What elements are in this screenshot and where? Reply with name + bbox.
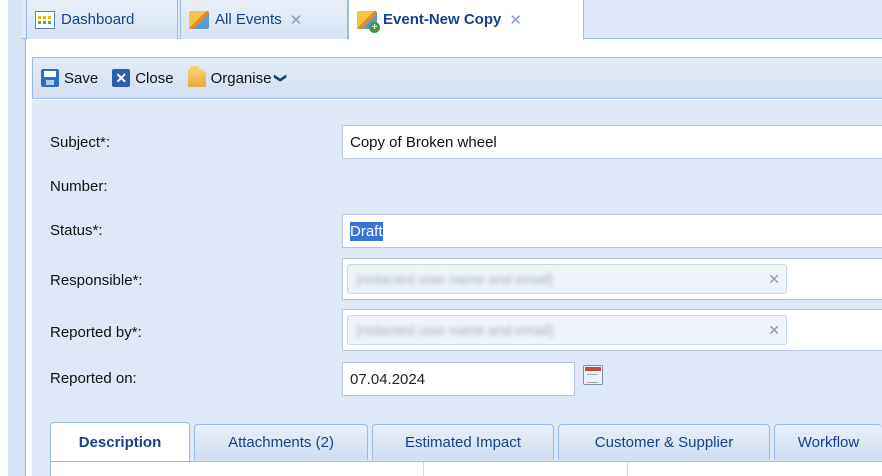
detail-tabs: Description Attachments (2) Estimated Im… <box>50 422 882 462</box>
close-icon[interactable]: ✕ <box>509 11 522 29</box>
tab-description[interactable]: Description <box>50 422 190 462</box>
status-value: Draft <box>350 221 383 241</box>
responsible-value: [redacted user name and email] <box>356 271 553 287</box>
app-window: Dashboard All Events ✕ Event-New Copy ✕ … <box>0 0 882 476</box>
save-label: Save <box>64 69 99 87</box>
reported-by-token: [redacted user name and email] ✕ <box>347 315 787 345</box>
tab-dashboard[interactable]: Dashboard <box>26 0 178 39</box>
main-tab-bar: Dashboard All Events ✕ Event-New Copy ✕ <box>22 0 882 40</box>
left-border-strip <box>8 0 26 476</box>
editor-divider <box>423 462 424 476</box>
reported-by-value: [redacted user name and email] <box>356 322 553 338</box>
tab-customer-supplier[interactable]: Customer & Supplier <box>558 424 770 460</box>
reported-on-label: Reported on: <box>50 370 137 387</box>
status-field[interactable]: Draft <box>342 214 882 248</box>
status-label: Status*: <box>50 222 103 239</box>
close-icon[interactable]: ✕ <box>290 11 303 29</box>
tab-label: Event-New Copy <box>383 11 502 28</box>
subtab-label: Workflow <box>797 434 860 451</box>
close-icon: ✕ <box>112 69 131 87</box>
number-label: Number: <box>50 178 108 195</box>
reported-by-field[interactable]: [redacted user name and email] ✕ <box>342 309 882 351</box>
reported-on-value: 07.04.2024 <box>350 370 426 388</box>
tab-event-new-copy[interactable]: Event-New Copy ✕ <box>348 0 584 40</box>
tab-attachments[interactable]: Attachments (2) <box>194 424 368 460</box>
events-icon <box>189 10 209 29</box>
reported-by-label: Reported by*: <box>50 324 142 341</box>
subtab-label: Customer & Supplier <box>594 434 734 451</box>
subject-label: Subject*: <box>50 134 111 151</box>
remove-token-icon[interactable]: ✕ <box>768 322 780 339</box>
event-form: Subject*: Copy of Broken wheel Number: S… <box>32 100 882 476</box>
chevron-down-icon: ❯ <box>274 72 289 84</box>
save-button[interactable]: Save <box>41 69 98 87</box>
save-icon <box>41 69 59 87</box>
subject-field[interactable]: Copy of Broken wheel <box>342 125 882 159</box>
dashboard-icon <box>35 10 55 29</box>
description-panel <box>50 461 882 476</box>
reported-on-field[interactable]: 07.04.2024 <box>342 362 575 396</box>
toolbar: Save ✕ Close Organise ❯ <box>32 57 882 99</box>
organise-button[interactable]: Organise ❯ <box>187 66 289 87</box>
tab-all-events[interactable]: All Events ✕ <box>180 0 348 39</box>
tab-workflow[interactable]: Workflow <box>774 424 882 460</box>
subtab-label: Attachments (2) <box>228 434 334 451</box>
event-new-icon <box>357 10 380 33</box>
tab-label: Dashboard <box>61 11 135 28</box>
close-button[interactable]: ✕ Close <box>112 69 174 87</box>
responsible-field[interactable]: [redacted user name and email] ✕ <box>342 258 882 300</box>
organise-label: Organise <box>210 69 272 87</box>
close-label: Close <box>135 69 174 87</box>
responsible-label: Responsible*: <box>50 272 143 289</box>
subtab-label: Description <box>78 434 162 451</box>
subtab-label: Estimated Impact <box>405 434 521 451</box>
tab-label: All Events <box>215 11 282 28</box>
tab-estimated-impact[interactable]: Estimated Impact <box>372 424 554 460</box>
responsible-token: [redacted user name and email] ✕ <box>347 264 787 294</box>
remove-token-icon[interactable]: ✕ <box>768 271 780 288</box>
calendar-icon[interactable] <box>583 365 603 385</box>
subject-value: Copy of Broken wheel <box>350 133 497 151</box>
editor-divider <box>627 462 628 476</box>
folder-icon <box>187 66 206 87</box>
